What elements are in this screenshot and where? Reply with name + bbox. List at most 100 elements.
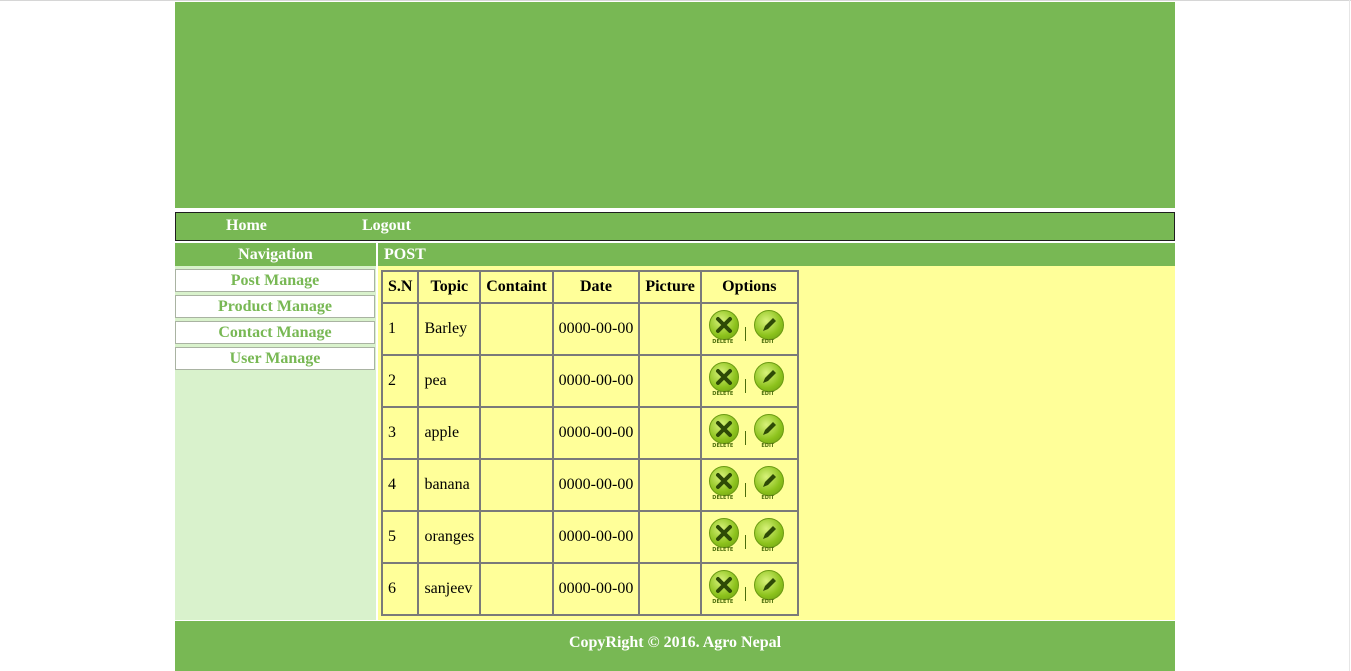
- delete-x-icon: [708, 518, 739, 548]
- top-border: [0, 0, 1351, 1]
- edit-button[interactable]: EDIT: [752, 310, 786, 348]
- delete-x-icon: [708, 466, 739, 496]
- edit-pencil-icon: [753, 570, 784, 600]
- cell-containt: [480, 511, 553, 563]
- nav-home-link[interactable]: Home: [226, 217, 267, 235]
- options-separator: [744, 379, 746, 393]
- cell-options: DELETE EDIT: [700, 303, 798, 355]
- main-content: POST S.N Topic Containt Date Picture Opt…: [378, 243, 1175, 620]
- cell-date: 0000-00-00: [552, 459, 640, 511]
- posts-table: S.N Topic Containt Date Picture Options …: [381, 270, 799, 616]
- edit-button[interactable]: EDIT: [752, 466, 786, 504]
- edit-pencil-icon: [753, 518, 784, 548]
- cell-topic: banana: [418, 459, 481, 511]
- edit-button[interactable]: EDIT: [752, 362, 786, 400]
- edit-button[interactable]: EDIT: [752, 518, 786, 556]
- delete-label: DELETE: [712, 339, 734, 345]
- edit-label: EDIT: [761, 391, 775, 397]
- column-header-date: Date: [552, 271, 640, 303]
- cell-picture: [639, 303, 701, 355]
- edit-label: EDIT: [761, 547, 775, 553]
- sidebar-item-contact-manage[interactable]: Contact Manage: [175, 321, 375, 344]
- cell-picture: [639, 407, 701, 459]
- cell-picture: [639, 563, 701, 615]
- cell-sn: 4: [382, 459, 419, 511]
- cell-date: 0000-00-00: [552, 511, 640, 563]
- sidebar-heading: Navigation: [175, 243, 376, 266]
- sidebar-item-product-manage[interactable]: Product Manage: [175, 295, 375, 318]
- top-menu-bar: Home Logout: [175, 212, 1175, 241]
- cell-sn: 3: [382, 407, 419, 459]
- options-separator: [744, 327, 746, 341]
- column-header-picture: Picture: [639, 271, 701, 303]
- delete-button[interactable]: DELETE: [707, 570, 741, 608]
- table-row: 5 oranges 0000-00-00 DELETE EDIT: [382, 511, 798, 563]
- footer-copyright: CopyRight © 2016. Agro Nepal: [175, 621, 1175, 671]
- cell-picture: [639, 355, 701, 407]
- cell-options: DELETE EDIT: [700, 355, 798, 407]
- cell-sn: 2: [382, 355, 419, 407]
- delete-label: DELETE: [712, 547, 734, 553]
- edit-button[interactable]: EDIT: [752, 570, 786, 608]
- table-row: 3 apple 0000-00-00 DELETE EDIT: [382, 407, 798, 459]
- options-separator: [744, 535, 746, 549]
- cell-topic: Barley: [418, 303, 481, 355]
- delete-x-icon: [708, 310, 739, 340]
- cell-containt: [480, 563, 553, 615]
- cell-containt: [480, 303, 553, 355]
- delete-label: DELETE: [712, 495, 734, 501]
- edit-button[interactable]: EDIT: [752, 414, 786, 452]
- cell-sn: 1: [382, 303, 419, 355]
- delete-x-icon: [708, 570, 739, 600]
- cell-topic: apple: [418, 407, 481, 459]
- cell-picture: [639, 511, 701, 563]
- cell-options: DELETE EDIT: [700, 459, 798, 511]
- delete-button[interactable]: DELETE: [707, 310, 741, 348]
- column-header-options: Options: [700, 271, 798, 303]
- edit-pencil-icon: [753, 310, 784, 340]
- cell-date: 0000-00-00: [552, 407, 640, 459]
- cell-options: DELETE EDIT: [700, 511, 798, 563]
- edit-pencil-icon: [753, 414, 784, 444]
- delete-label: DELETE: [712, 391, 734, 397]
- page-title: POST: [378, 243, 1175, 266]
- table-header-row: S.N Topic Containt Date Picture Options: [382, 271, 798, 303]
- header-banner: [175, 2, 1175, 208]
- cell-containt: [480, 407, 553, 459]
- delete-button[interactable]: DELETE: [707, 414, 741, 452]
- edit-label: EDIT: [761, 443, 775, 449]
- sidebar-item-post-manage[interactable]: Post Manage: [175, 269, 375, 292]
- edit-label: EDIT: [761, 495, 775, 501]
- sidebar: Navigation Post Manage Product Manage Co…: [175, 243, 376, 620]
- delete-label: DELETE: [712, 599, 734, 605]
- cell-containt: [480, 459, 553, 511]
- cell-containt: [480, 355, 553, 407]
- nav-logout-link[interactable]: Logout: [362, 217, 411, 235]
- scrollbar-edge: [1349, 0, 1350, 671]
- cell-sn: 5: [382, 511, 419, 563]
- cell-sn: 6: [382, 563, 419, 615]
- options-separator: [744, 483, 746, 497]
- sidebar-item-user-manage[interactable]: User Manage: [175, 347, 375, 370]
- cell-topic: sanjeev: [418, 563, 481, 615]
- cell-options: DELETE EDIT: [700, 563, 798, 615]
- column-header-topic: Topic: [418, 271, 481, 303]
- cell-topic: oranges: [418, 511, 481, 563]
- table-row: 1 Barley 0000-00-00 DELETE EDIT: [382, 303, 798, 355]
- cell-picture: [639, 459, 701, 511]
- delete-button[interactable]: DELETE: [707, 518, 741, 556]
- options-separator: [744, 587, 746, 601]
- delete-button[interactable]: DELETE: [707, 466, 741, 504]
- cell-topic: pea: [418, 355, 481, 407]
- table-row: 4 banana 0000-00-00 DELETE EDIT: [382, 459, 798, 511]
- delete-button[interactable]: DELETE: [707, 362, 741, 400]
- delete-x-icon: [708, 362, 739, 392]
- column-header-containt: Containt: [480, 271, 553, 303]
- cell-date: 0000-00-00: [552, 303, 640, 355]
- edit-label: EDIT: [761, 599, 775, 605]
- delete-label: DELETE: [712, 443, 734, 449]
- options-separator: [744, 431, 746, 445]
- edit-pencil-icon: [753, 362, 784, 392]
- delete-x-icon: [708, 414, 739, 444]
- edit-label: EDIT: [761, 339, 775, 345]
